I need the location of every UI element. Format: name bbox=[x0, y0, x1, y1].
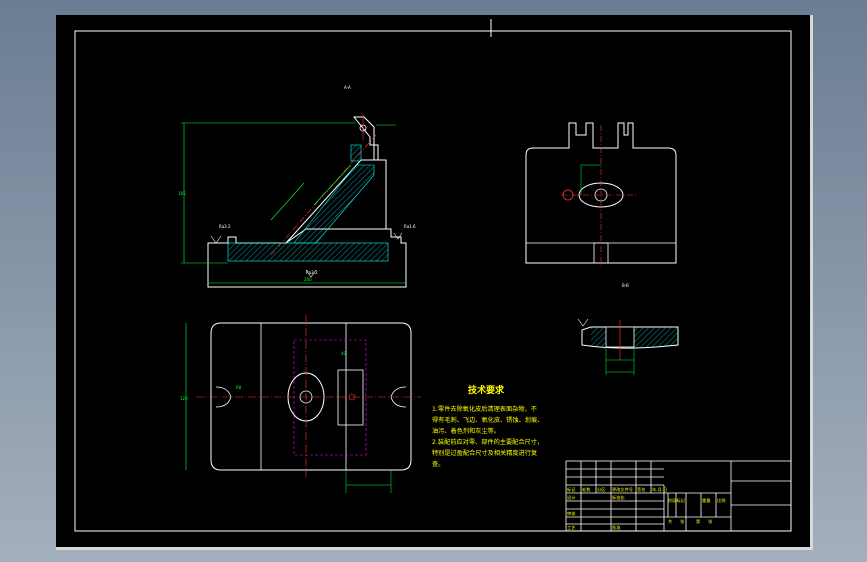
tb-total: 共 bbox=[668, 518, 672, 525]
section-b-view: B-B bbox=[577, 283, 679, 375]
tb-sheets: 张 bbox=[680, 518, 685, 525]
tb-date: 年.月.日 bbox=[652, 486, 667, 493]
dim-overall-height: 165 bbox=[178, 191, 186, 196]
tb-zone: 分区 bbox=[597, 486, 605, 493]
tb-mark: 标记 bbox=[567, 486, 576, 493]
tech-req-line-5: 特别是过盈配合尺寸及相关精度进行复 bbox=[432, 449, 537, 457]
tb-standard: 标准化 bbox=[612, 494, 625, 501]
cad-drawing: A-A 165 200 Ra3.2 Ra1.6 Ra3.2 B-B 120 R8… bbox=[74, 19, 792, 532]
roughness-mark-2: Ra1.6 bbox=[404, 224, 416, 229]
tech-req-line-4: 2.装配前应对零、部件的主要配合尺寸， bbox=[432, 438, 543, 446]
tech-req-line-2: 得有毛刺、飞边、氧化皮、锈蚀、划痕、 bbox=[432, 416, 543, 424]
tb-sheet: 张 bbox=[708, 518, 713, 525]
technical-requirements: 技术要求 1.零件去除氧化皮后清理表面杂物，不 得有毛刺、飞边、氧化皮、锈蚀、划… bbox=[432, 384, 543, 468]
tb-scale: 比例 bbox=[717, 497, 725, 504]
tb-sign: 签名 bbox=[637, 486, 645, 493]
tb-review: 审核 bbox=[567, 510, 576, 517]
tb-stage: 阶段标记 bbox=[668, 497, 686, 504]
dim-overall-length: 200 bbox=[304, 277, 312, 282]
tb-change-doc: 更改文件号 bbox=[612, 486, 633, 493]
front-section-view: A-A 165 200 Ra3.2 Ra1.6 Ra3.2 bbox=[178, 85, 416, 288]
tech-req-title: 技术要求 bbox=[468, 384, 505, 396]
drawing-sheet: A-A 165 200 Ra3.2 Ra1.6 Ra3.2 B-B 120 R8… bbox=[56, 15, 813, 550]
tb-weight: 重量 bbox=[702, 497, 710, 504]
tb-no: 第 bbox=[696, 518, 700, 525]
tb-design: 设计 bbox=[567, 494, 575, 501]
tech-req-line-1: 1.零件去除氧化皮后清理表面杂物，不 bbox=[432, 405, 537, 413]
roughness-mark-1: Ra3.2 bbox=[219, 224, 231, 229]
tech-req-line-6: 查。 bbox=[432, 460, 444, 468]
dim-slot: R8 bbox=[236, 385, 242, 390]
tb-process: 工艺 bbox=[567, 525, 575, 530]
plan-view: 120 R8 40 bbox=[180, 315, 421, 493]
title-block bbox=[565, 460, 792, 532]
section-label-a: A-A bbox=[344, 85, 351, 90]
section-label-b: B-B bbox=[622, 283, 629, 288]
tb-approve: 批准 bbox=[612, 524, 620, 531]
tech-req-line-3: 油污、着色剂和灰尘等。 bbox=[432, 427, 500, 435]
side-view bbox=[525, 122, 677, 267]
dim-base-width: 120 bbox=[180, 396, 188, 401]
dim-plan-depth: 40 bbox=[341, 351, 347, 356]
tb-count: 处数 bbox=[582, 486, 591, 493]
